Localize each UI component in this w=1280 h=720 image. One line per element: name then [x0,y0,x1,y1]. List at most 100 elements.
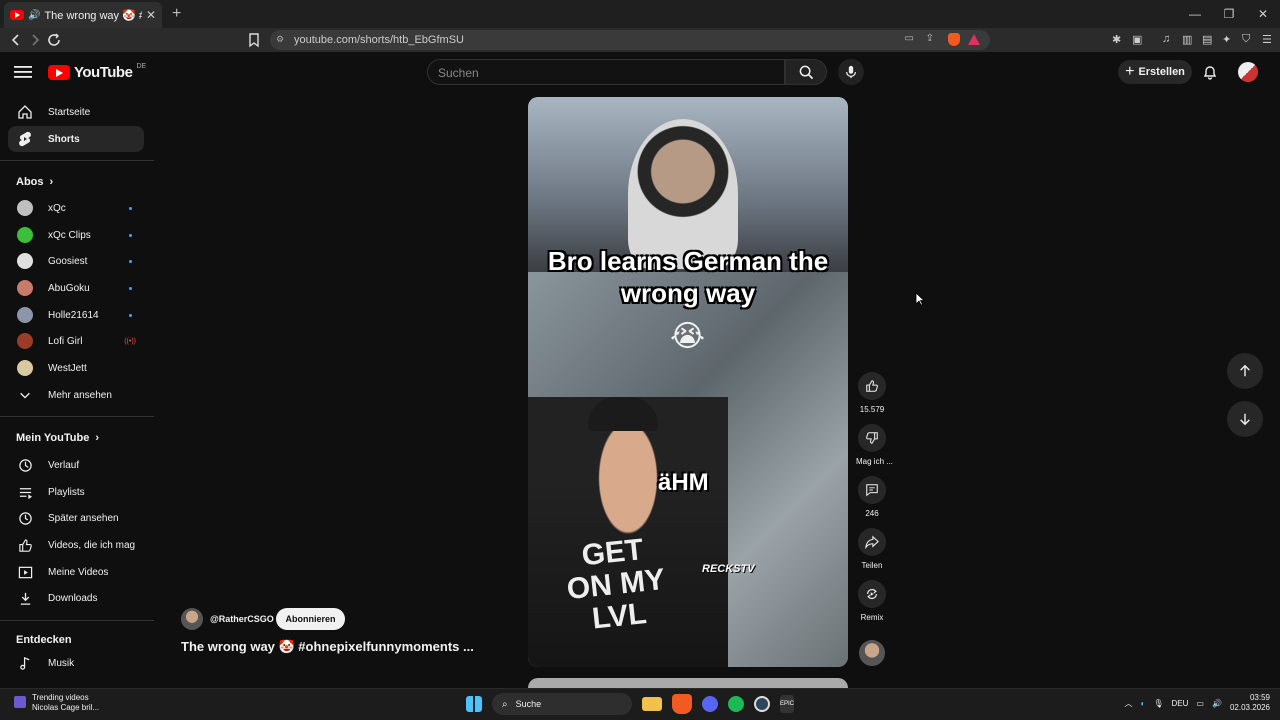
network-icon[interactable]: ▭ [1196,699,1204,708]
video-caption-text: Bro learns German the wrong way [547,246,829,308]
sidebar-item-label: WestJett [48,362,87,374]
maximize-button[interactable]: ❐ [1212,0,1246,28]
channel-avatar [17,307,33,323]
like-action: 15.579 [856,372,888,414]
sidebar-item-label: Holle21614 [48,309,99,321]
channel-avatar[interactable] [181,608,203,630]
sidebar-item-music[interactable]: Musik [8,650,144,676]
channel-avatar-button[interactable] [859,640,885,666]
sidebar-item-xqc[interactable]: xQc [8,195,144,221]
media-icon[interactable]: ♫ [1162,33,1180,47]
create-button[interactable]: + Erstellen [1118,60,1192,84]
brave-rewards-icon[interactable] [968,34,980,45]
search-button[interactable] [785,59,827,85]
microphone-tray-icon[interactable]: 🎙 [1153,699,1163,708]
address-bar[interactable]: ⚙ youtube.com/shorts/htb_EbGfmSU ▭ ⇪ [270,30,990,50]
sidebar-item-downloads[interactable]: Downloads [8,585,144,611]
sidebar-item-goosiest[interactable]: Goosiest [8,248,144,274]
cast-icon[interactable]: ▭ [905,33,914,44]
dislike-button[interactable] [858,424,886,452]
thumbs-up-icon [18,538,32,552]
browser-menu-icon[interactable]: ☰ [1262,33,1280,47]
channel-avatar [17,227,33,243]
new-tab-button[interactable]: + [172,5,181,23]
short-video-player[interactable]: Bro learns German the wrong way 😭 GET ON… [528,97,848,667]
voice-search-button[interactable] [838,59,864,85]
volume-icon[interactable]: 🔊 [1212,699,1222,708]
speaker-icon[interactable]: 🔊 [28,10,40,21]
close-tab-icon[interactable]: ✕ [146,8,156,22]
brave-browser-icon[interactable] [672,694,692,714]
notifications-bell-icon[interactable] [1202,64,1218,80]
arrow-down-icon [1240,413,1250,426]
channel-name[interactable]: @RatherCSGO [210,614,274,624]
sidebar-item-history[interactable]: Verlauf [8,452,144,478]
browser-tab[interactable]: 🔊 The wrong way 🤡 #ohnepi ✕ [4,2,162,28]
live-indicator-icon: ((•)) [124,337,136,345]
sidebar-item-label: xQc Clips [48,229,91,241]
comment-icon [866,484,878,497]
comment-count: 246 [865,509,879,518]
file-explorer-icon[interactable] [642,697,662,711]
bookmark-icon[interactable] [246,32,262,48]
screenshot-icon[interactable]: ▣ [1132,33,1150,47]
sidebar-item-watch-later[interactable]: Später ansehen [8,505,144,531]
back-icon[interactable] [8,32,24,48]
remix-button[interactable] [858,580,886,608]
subscribe-button[interactable]: Abonnieren [276,608,345,630]
sidebar-item-holle21614[interactable]: Holle21614 [8,302,144,328]
sidebar-item-playlists[interactable]: Playlists [8,479,144,505]
sidebar-item-liked-videos[interactable]: Videos, die ich mag [8,532,144,558]
taskbar-search[interactable]: ⌕ Suche [492,693,632,715]
sidebar-item-home[interactable]: Startseite [8,99,144,125]
tray-overflow-icon[interactable]: ︿ [1125,698,1133,709]
comments-button[interactable] [858,476,886,504]
language-indicator[interactable]: DEU [1172,699,1189,708]
spotify-icon[interactable] [728,696,744,712]
leo-ai-icon[interactable]: ✦ [1222,33,1240,47]
vpn-icon[interactable]: ⛉ [1242,33,1260,47]
sidebar-item-shorts[interactable]: Shorts [8,126,144,152]
music-icon [19,656,29,670]
account-avatar[interactable] [1238,62,1258,82]
like-button[interactable] [858,372,886,400]
you-heading[interactable]: Mein YouTube › [16,432,99,444]
sidebar-item-abugoku[interactable]: AbuGoku [8,275,144,301]
close-window-button[interactable]: ✕ [1246,0,1280,28]
browser-tab-bar: 🔊 The wrong way 🤡 #ohnepi ✕ + — ❐ ✕ [0,0,1280,28]
extensions-icon[interactable]: ✱ [1112,33,1130,47]
next-short-button[interactable] [1227,401,1263,437]
system-clock[interactable]: 03:59 02.03.2026 [1230,693,1270,713]
sidebar-item-xqc-clips[interactable]: xQc Clips [8,222,144,248]
sidebar-item-lofi-girl[interactable]: Lofi Girl ((•)) [8,328,144,354]
site-settings-icon[interactable]: ⚙ [276,34,284,45]
youtube-favicon-icon [10,10,24,20]
share-button[interactable] [858,528,886,556]
sidebar-item-westjett[interactable]: WestJett [8,355,144,381]
show-more-button[interactable]: Mehr ansehen [8,382,144,408]
discord-icon[interactable] [702,696,718,712]
previous-short-button[interactable] [1227,353,1263,389]
hamburger-menu-icon[interactable] [14,64,32,80]
steam-icon[interactable] [754,696,770,712]
reload-icon[interactable] [46,32,62,48]
share-page-icon[interactable]: ⇪ [926,33,934,44]
tray-app-icon[interactable]: ◐ [1141,699,1146,708]
sidebar-item-my-videos[interactable]: Meine Videos [8,559,144,585]
windows-start-icon[interactable] [466,696,482,712]
youtube-logo[interactable]: YouTube DE [48,63,147,81]
forward-icon[interactable] [27,32,43,48]
search-input[interactable]: Suchen [427,59,785,85]
wallet-icon[interactable]: ▤ [1202,33,1220,47]
widgets-news[interactable]: Trending videos Nicolas Cage bril... [14,693,99,713]
sidebar-toggle-icon[interactable]: ▥ [1182,33,1200,47]
new-content-dot [129,206,132,210]
brave-shields-icon[interactable] [948,33,960,46]
search-icon: ⌕ [502,698,508,710]
minimize-button[interactable]: — [1178,0,1212,28]
epic-games-icon[interactable]: EPIC [780,695,794,713]
video-watermark: RECKSTV [702,563,755,575]
subscriptions-heading[interactable]: Abos › [16,176,53,188]
short-title[interactable]: The wrong way 🤡 #ohnepixelfunnymoments .… [181,639,474,655]
country-code: DE [136,63,147,70]
